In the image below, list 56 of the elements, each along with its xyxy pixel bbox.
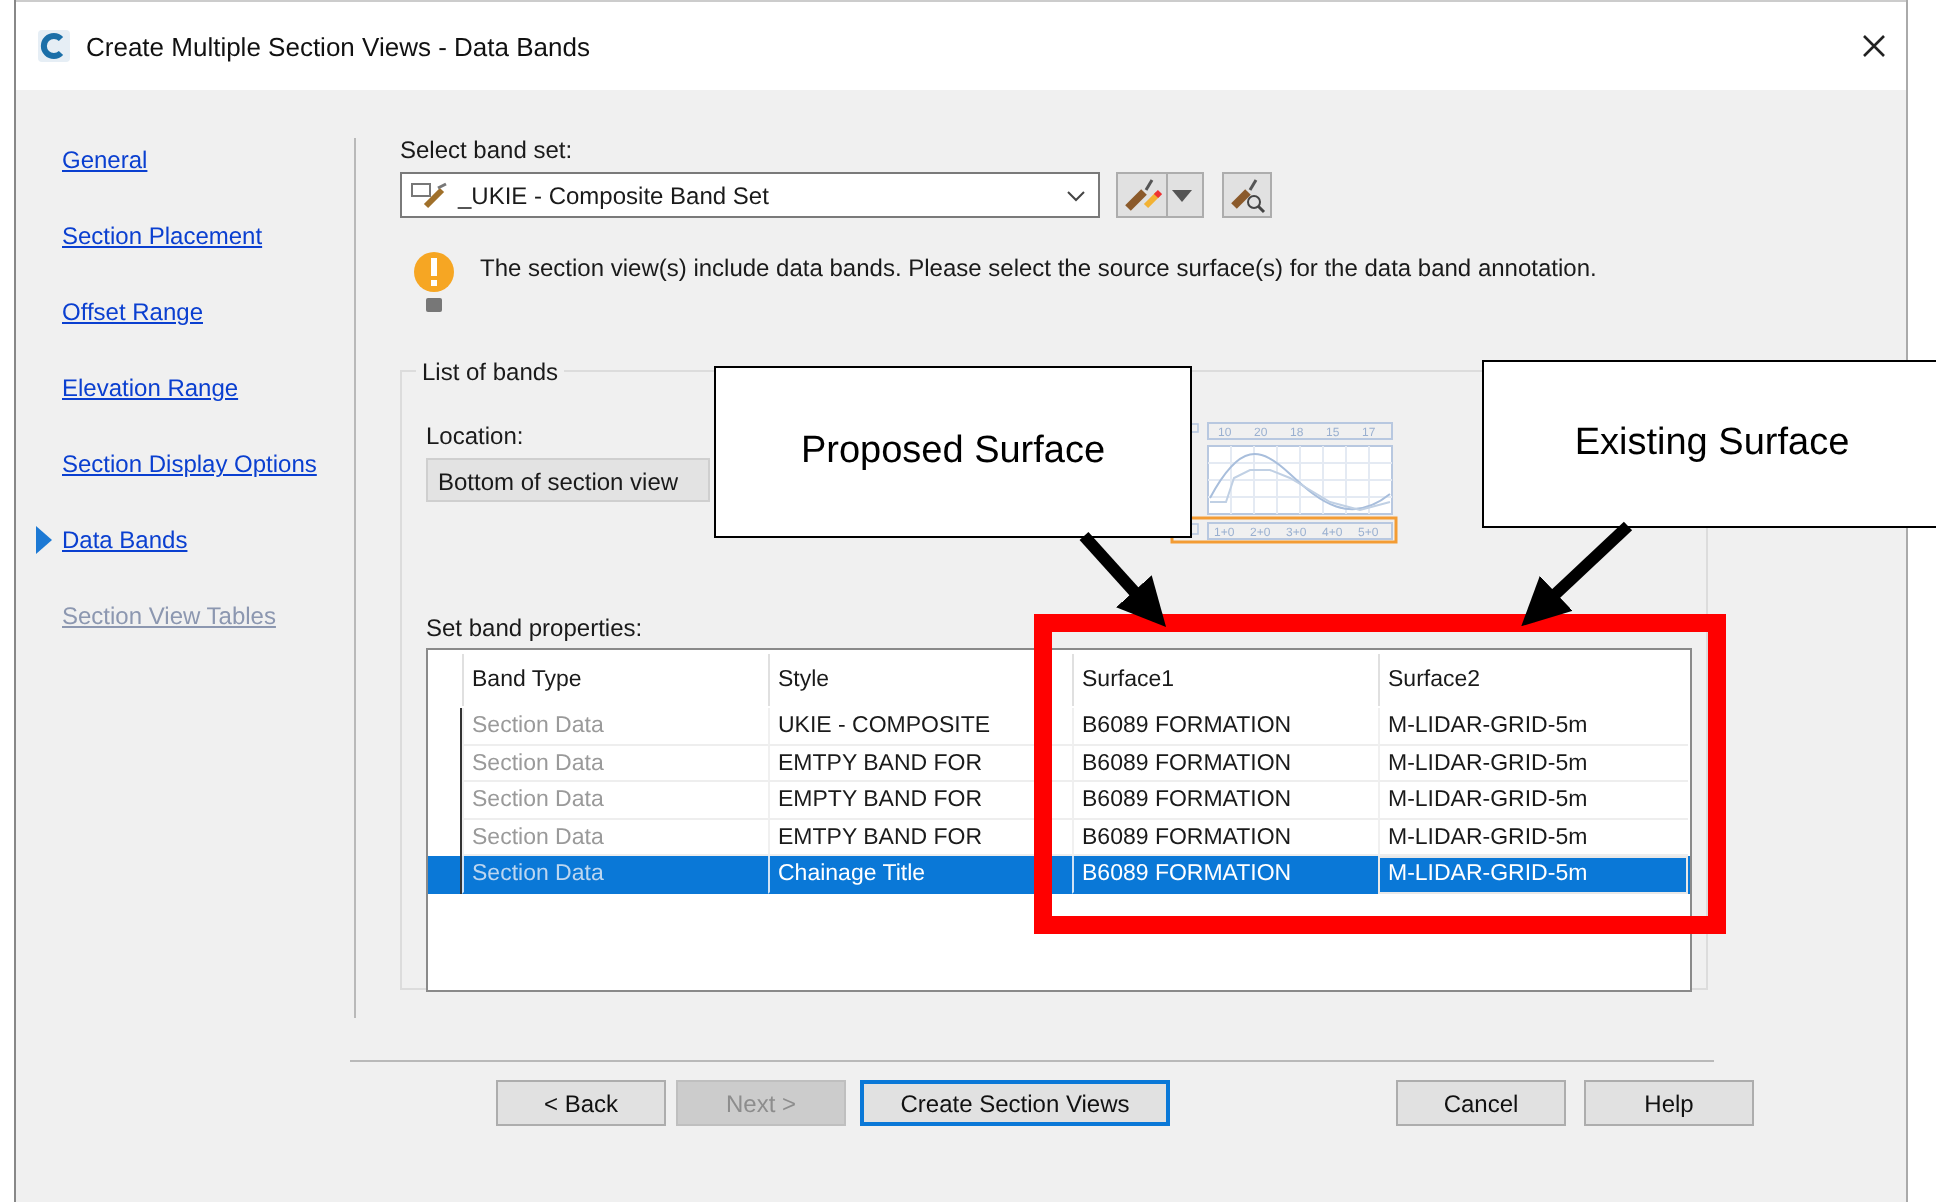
- table-cell: B6089 FORMATION: [1072, 856, 1378, 893]
- table-cell: Section Data: [462, 856, 768, 893]
- table-cell: M-LIDAR-GRID-5m: [1378, 819, 1688, 856]
- nav-link[interactable]: Elevation Range: [62, 374, 239, 402]
- table-row[interactable]: Section Data Chainage Title B6089 FORMATION M-LIDAR-GRID-5m: [428, 856, 1690, 893]
- callout-box: Proposed Surface: [714, 366, 1192, 538]
- dialog-button[interactable]: Cancel: [1396, 1080, 1566, 1126]
- close-icon[interactable]: [1862, 34, 1886, 58]
- table-cell: EMTPY BAND FOR: [768, 745, 1072, 782]
- brush-magnifier-icon: [1227, 177, 1267, 213]
- nav-link[interactable]: Offset Range: [62, 298, 203, 326]
- nav-link[interactable]: Section Placement: [62, 222, 263, 250]
- caret-down-icon: [1172, 189, 1192, 201]
- dialog-button[interactable]: < Back: [496, 1080, 666, 1126]
- info-message: The section view(s) include data bands. Please select the source surface(s) for the data band annotation.: [480, 252, 1597, 286]
- table-row[interactable]: Section Data EMTPY BAND FOR B6089 FORMATION M-LIDAR-GRID-5m: [428, 745, 1690, 782]
- field-label: Select band set:: [400, 134, 575, 166]
- field-label: Location:: [426, 420, 526, 452]
- table-cell: Chainage Title: [768, 856, 1072, 893]
- nav-link[interactable]: Section Display Options: [62, 450, 317, 478]
- table-cell: Section Data: [462, 782, 768, 819]
- arrow: [1079, 532, 1167, 627]
- band-set-dropdown[interactable]: _UKIE - Composite Band Set: [400, 172, 1100, 218]
- column-header[interactable]: Surface2: [1378, 654, 1688, 706]
- column-header[interactable]: Band Type: [462, 654, 768, 706]
- band-set-icon: [410, 181, 450, 209]
- table-cell: Section Data: [462, 708, 768, 745]
- table-cell: B6089 FORMATION: [1072, 745, 1378, 782]
- nav-link[interactable]: Data Bands: [62, 526, 188, 554]
- location-dropdown[interactable]: Bottom of section view: [426, 458, 710, 502]
- brush-pencil-icon: [1122, 177, 1162, 213]
- dialog-button[interactable]: Help: [1584, 1080, 1754, 1126]
- table-cell: Section Data: [462, 745, 768, 782]
- arrow: [1521, 521, 1633, 627]
- app-icon: [38, 30, 70, 62]
- table-cell: EMPTY BAND FOR: [768, 782, 1072, 819]
- window-title: Create Multiple Section Views - Data Bands: [86, 31, 590, 61]
- callout-box: Existing Surface: [1482, 360, 1936, 528]
- table-cell: M-LIDAR-GRID-5m: [1378, 745, 1688, 782]
- table-cell: M-LIDAR-GRID-5m: [1378, 782, 1688, 819]
- table-row[interactable]: Section Data EMPTY BAND FOR B6089 FORMATION M-LIDAR-GRID-5m: [428, 782, 1690, 819]
- table-cell: M-LIDAR-GRID-5m: [1378, 856, 1688, 893]
- column-header[interactable]: Surface1: [1072, 654, 1378, 706]
- table-cell: B6089 FORMATION: [1072, 782, 1378, 819]
- field-label: Set band properties:: [426, 612, 645, 644]
- table-cell: B6089 FORMATION: [1072, 708, 1378, 745]
- column-header[interactable]: Style: [768, 654, 1072, 706]
- chevron-down-icon: [1066, 189, 1086, 201]
- table-cell: M-LIDAR-GRID-5m: [1378, 708, 1688, 745]
- dialog-button[interactable]: Create Section Views: [860, 1080, 1170, 1126]
- edit-band-set-button[interactable]: [1116, 172, 1204, 218]
- table-cell: UKIE - COMPOSITE: [768, 708, 1072, 745]
- browse-band-set-button[interactable]: [1222, 172, 1272, 218]
- warning-bulb-icon: [412, 250, 456, 318]
- table-row[interactable]: Section Data UKIE - COMPOSITE B6089 FORMATION M-LIDAR-GRID-5m: [428, 708, 1690, 745]
- nav-link[interactable]: General: [62, 146, 148, 174]
